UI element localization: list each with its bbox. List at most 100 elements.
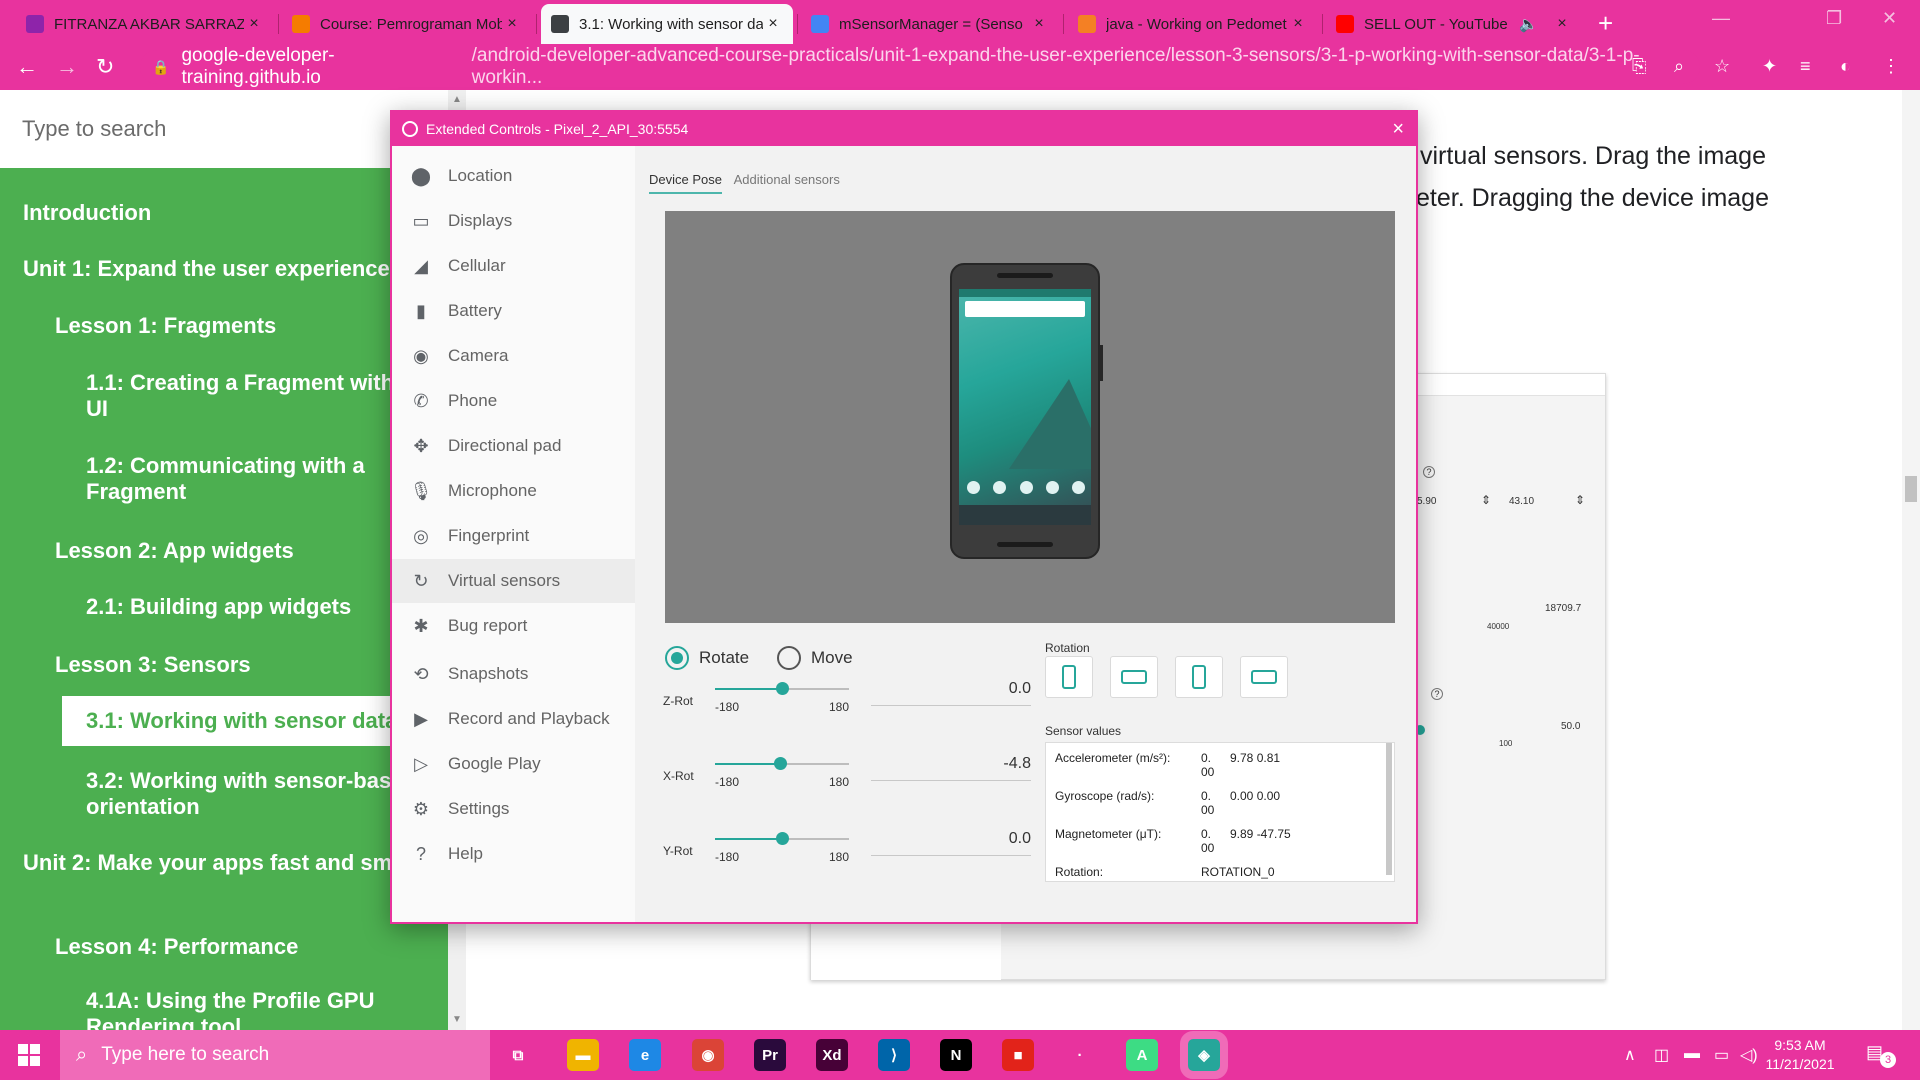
rotation-value-field[interactable]: 0.0: [871, 680, 1031, 706]
nav-item[interactable]: 1.1: Creating a Fragment with a UI: [86, 370, 426, 422]
tray-chevron-icon[interactable]: ∧: [1624, 1045, 1636, 1065]
nav-item[interactable]: Lesson 3: Sensors: [55, 652, 251, 678]
task-view-icon[interactable]: ⧉: [502, 1039, 534, 1071]
maximize-icon[interactable]: ❐: [1826, 8, 1842, 29]
tray-battery-icon[interactable]: ▬: [1684, 1045, 1700, 1063]
tray-network-icon[interactable]: ◫: [1654, 1045, 1669, 1065]
taskbar-search-input[interactable]: Type here to search: [101, 1044, 269, 1066]
tab-1[interactable]: FITRANZA AKBAR SARRAZI ×: [16, 4, 274, 44]
scroll-down-icon[interactable]: ▼: [452, 1014, 462, 1025]
tab-close-icon[interactable]: ×: [763, 15, 783, 33]
rotate-landscape-button[interactable]: [1110, 656, 1158, 698]
taskbar-search[interactable]: ⌕ Type here to search: [60, 1030, 490, 1080]
minimize-icon[interactable]: —: [1712, 8, 1730, 29]
nav-item[interactable]: Unit 2: Make your apps fast and small: [23, 850, 423, 876]
nav-item[interactable]: Lesson 4: Performance: [55, 934, 298, 960]
tab-5[interactable]: java - Working on Pedomet ×: [1068, 4, 1318, 44]
sidebar-item-camera[interactable]: ◉ Camera: [392, 334, 635, 378]
sidebar-item-displays[interactable]: ▭ Displays: [392, 199, 635, 243]
emulator-icon[interactable]: ◈: [1180, 1031, 1228, 1079]
rotate-radio[interactable]: Rotate: [665, 646, 749, 670]
profile-avatar-icon[interactable]: ◐: [1840, 56, 1851, 77]
edge-icon[interactable]: e: [629, 1039, 661, 1071]
sensor-values-scrollbar[interactable]: [1386, 743, 1392, 875]
vscode-icon[interactable]: ⟩: [878, 1039, 910, 1071]
device-pose-canvas[interactable]: [665, 211, 1395, 623]
sidebar-item-phone[interactable]: ✆ Phone: [392, 379, 635, 423]
nav-item[interactable]: Unit 1: Expand the user experience: [23, 256, 423, 282]
extended-controls-titlebar[interactable]: Extended Controls - Pixel_2_API_30:5554 …: [392, 112, 1416, 146]
nav-item[interactable]: Lesson 2: App widgets: [55, 538, 294, 564]
nav-item[interactable]: 2.1: Building app widgets: [86, 594, 426, 620]
new-tab-icon[interactable]: +: [1598, 8, 1613, 39]
slider-thumb[interactable]: [776, 832, 789, 845]
taskbar-clock[interactable]: 9:53 AM 11/21/2021: [1760, 1036, 1840, 1074]
doc-search[interactable]: Type to search: [0, 90, 448, 168]
lock-icon[interactable]: 🔒: [152, 59, 169, 76]
rotate-reverse-portrait-button[interactable]: [1175, 656, 1223, 698]
audio-playing-icon[interactable]: 🔈: [1519, 15, 1538, 33]
rotation-value-field[interactable]: -4.8: [871, 755, 1031, 781]
close-icon[interactable]: ×: [1392, 118, 1404, 141]
move-radio[interactable]: Move: [777, 646, 853, 670]
sidebar-item-bug-report[interactable]: ✱ Bug report: [392, 604, 635, 648]
forward-icon[interactable]: →: [56, 54, 78, 80]
rotation-value-field[interactable]: 0.0: [871, 830, 1031, 856]
extensions-icon[interactable]: ✦: [1762, 56, 1777, 77]
tab-close-icon[interactable]: ×: [1029, 15, 1049, 33]
rotation-slider[interactable]: [715, 832, 849, 845]
nav-item[interactable]: Lesson 1: Fragments: [55, 313, 276, 339]
slider-thumb[interactable]: [774, 757, 788, 770]
sidebar-item-virtual-sensors[interactable]: ↻ Virtual sensors: [392, 559, 635, 603]
translate-icon[interactable]: ⎘: [1632, 56, 1646, 77]
sidebar-item-microphone[interactable]: 🎙 Microphone: [392, 469, 635, 513]
tab-close-icon[interactable]: ×: [1552, 15, 1572, 33]
sidebar-item-record-and-playback[interactable]: ▶ Record and Playback: [392, 697, 635, 741]
doc-search-input[interactable]: Type to search: [22, 116, 166, 142]
nav-item[interactable]: 3.2: Working with sensor-based orientati…: [86, 768, 426, 820]
back-icon[interactable]: ←: [16, 54, 38, 80]
zoom-icon[interactable]: ⌕: [1674, 56, 1684, 77]
nav-item[interactable]: 4.1A: Using the Profile GPU Rendering to…: [86, 988, 426, 1030]
rotate-portrait-button[interactable]: [1045, 656, 1093, 698]
sidebar-item-snapshots[interactable]: ⟲ Snapshots: [392, 652, 635, 696]
tray-display-icon[interactable]: ▭: [1714, 1045, 1729, 1065]
rotate-reverse-landscape-button[interactable]: [1240, 656, 1288, 698]
reading-list-icon[interactable]: ≡: [1800, 56, 1811, 77]
sidebar-item-help[interactable]: ? Help: [392, 832, 635, 876]
premiere-icon[interactable]: Pr: [754, 1039, 786, 1071]
nav-item[interactable]: Introduction: [23, 200, 423, 226]
sidebar-item-battery[interactable]: ▮ Battery: [392, 289, 635, 333]
scroll-thumb[interactable]: [1905, 476, 1917, 502]
tab-close-icon[interactable]: ×: [1288, 15, 1308, 33]
menu-kebab-icon[interactable]: ⋮: [1882, 56, 1900, 77]
slider-thumb[interactable]: [776, 682, 789, 695]
tab-3[interactable]: 3.1: Working with sensor da ×: [541, 4, 793, 44]
rotation-slider[interactable]: [715, 682, 849, 695]
tab-close-icon[interactable]: ×: [244, 15, 264, 33]
tab-additional-sensors[interactable]: Additional sensors: [734, 172, 840, 192]
sidebar-item-fingerprint[interactable]: ◎ Fingerprint: [392, 514, 635, 558]
scroll-up-icon[interactable]: ▲: [452, 94, 462, 105]
sidebar-item-location[interactable]: ⬤ Location: [392, 154, 635, 198]
bookmark-star-icon[interactable]: ☆: [1714, 56, 1730, 77]
sidebar-item-cellular[interactable]: ◢ Cellular: [392, 244, 635, 288]
tray-volume-icon[interactable]: ◁): [1740, 1045, 1758, 1065]
chrome-icon[interactable]: ◉: [692, 1039, 724, 1071]
right-scrollbar[interactable]: [1902, 90, 1920, 1030]
notification-center[interactable]: ▤ 3: [1866, 1042, 1896, 1068]
tab-close-icon[interactable]: ×: [502, 15, 522, 33]
windows-start-icon[interactable]: [18, 1044, 40, 1066]
sidebar-item-google-play[interactable]: ▷ Google Play: [392, 742, 635, 786]
address-bar[interactable]: 🔒 google-developer-training.github.io/an…: [140, 45, 1700, 88]
reload-icon[interactable]: ↻: [96, 54, 114, 80]
hotstar-icon[interactable]: ·: [1064, 1039, 1096, 1071]
tab-4[interactable]: mSensorManager = (Senso ×: [801, 4, 1059, 44]
sidebar-item-directional-pad[interactable]: ✥ Directional pad: [392, 424, 635, 468]
file-explorer-icon[interactable]: ▬: [567, 1039, 599, 1071]
netflix-icon[interactable]: N: [940, 1039, 972, 1071]
window-close-icon[interactable]: ✕: [1882, 8, 1897, 29]
nav-item[interactable]: 1.2: Communicating with a Fragment: [86, 453, 426, 505]
virtual-device-image[interactable]: [950, 263, 1103, 559]
roblox-icon[interactable]: ■: [1002, 1039, 1034, 1071]
